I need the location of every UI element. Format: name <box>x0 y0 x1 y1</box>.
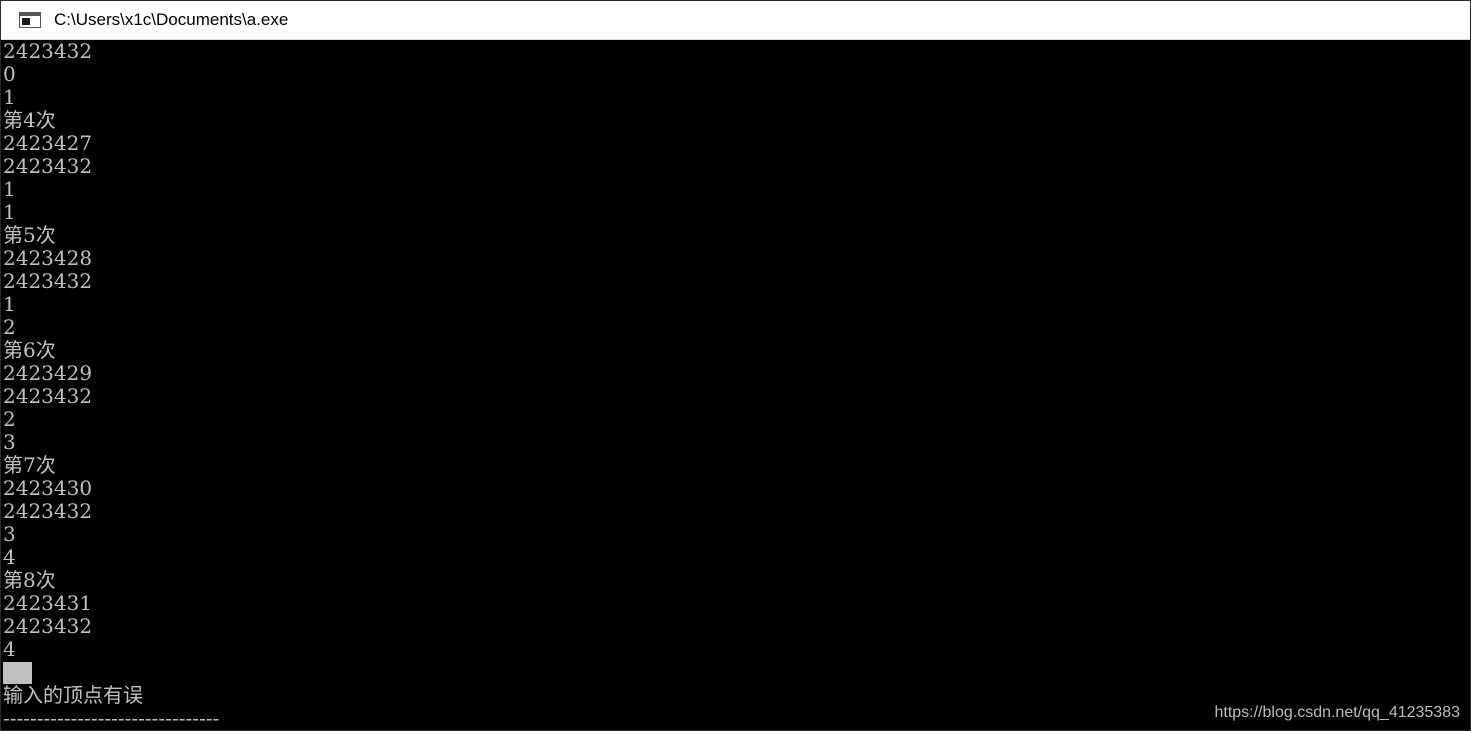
console-line: 2423427 <box>3 131 93 155</box>
console-line: 第8次 <box>3 568 56 592</box>
console-line: 1 <box>3 200 16 224</box>
console-line: 2423432 <box>3 154 93 178</box>
watermark: https://blog.csdn.net/qq_41235383 <box>1214 704 1460 721</box>
console-line: 2423431 <box>3 591 93 615</box>
console-line: 2423432 <box>3 499 93 523</box>
console-lines: 2423432 0 1 第4次 2423427 2423432 1 1 第5次 2423428 24… <box>3 40 92 661</box>
console-line: 1 <box>3 177 16 201</box>
text-cursor <box>3 662 32 684</box>
console-line: 3 <box>3 430 16 454</box>
console-line: 4 <box>3 545 16 569</box>
console-window-icon <box>19 12 41 28</box>
console-line: 1 <box>3 85 16 109</box>
console-line: -------------------------------- <box>3 706 220 730</box>
console-line: 第4次 <box>3 108 56 132</box>
console-line: 1 <box>3 292 16 316</box>
window-title: C:\Users\x1c\Documents\a.exe <box>54 10 289 29</box>
console-line: 2 <box>3 407 16 431</box>
console-line: 第5次 <box>3 223 56 247</box>
console-line: 第7次 <box>3 453 56 477</box>
console-line: 2423432 <box>3 384 93 408</box>
console-line: 2423432 <box>3 269 93 293</box>
console-line: 2 <box>3 315 16 339</box>
console-window: C:\Users\x1c\Documents\a.exe 2423432 0 1 第4… <box>0 0 1471 731</box>
console-lines-after-cursor: 输入的顶点有误 -------------------------------- <box>3 684 219 730</box>
console-line: 第6次 <box>3 338 56 362</box>
console-line: 3 <box>3 522 16 546</box>
console-line: 输入的顶点有误 <box>3 683 143 707</box>
title-bar[interactable]: C:\Users\x1c\Documents\a.exe <box>1 1 1470 40</box>
console-line: 4 <box>3 637 16 661</box>
console-line: 2423430 <box>3 476 93 500</box>
console-line: 2423429 <box>3 361 93 385</box>
console-line: 2423428 <box>3 246 93 270</box>
console-line: 2423432 <box>3 40 93 63</box>
console-line: 2423432 <box>3 614 93 638</box>
console-output[interactable]: 2423432 0 1 第4次 2423427 2423432 1 1 第5次 2423428 24… <box>1 40 1470 730</box>
console-line: 0 <box>3 62 16 86</box>
